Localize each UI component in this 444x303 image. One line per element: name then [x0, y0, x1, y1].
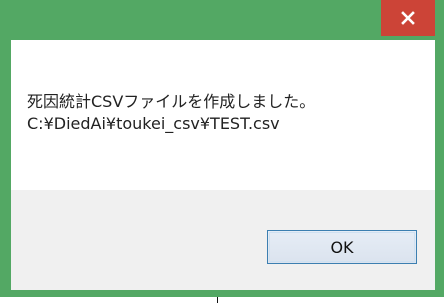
dialog-client-area: 死因統計CSVファイルを作成しました。 C:¥DiedAi¥toukei_csv…: [11, 40, 435, 290]
close-button[interactable]: [381, 0, 435, 36]
close-icon: [401, 11, 415, 25]
message-line-2: C:¥DiedAi¥toukei_csv¥TEST.csv: [27, 114, 280, 133]
cursor-tick: [217, 297, 218, 303]
message-panel: 死因統計CSVファイルを作成しました。 C:¥DiedAi¥toukei_csv…: [11, 40, 435, 190]
dialog-window: 死因統計CSVファイルを作成しました。 C:¥DiedAi¥toukei_csv…: [0, 0, 444, 297]
message-text: 死因統計CSVファイルを作成しました。 C:¥DiedAi¥toukei_csv…: [27, 91, 315, 135]
ok-button[interactable]: OK: [267, 230, 417, 264]
message-line-1: 死因統計CSVファイルを作成しました。: [27, 92, 316, 111]
